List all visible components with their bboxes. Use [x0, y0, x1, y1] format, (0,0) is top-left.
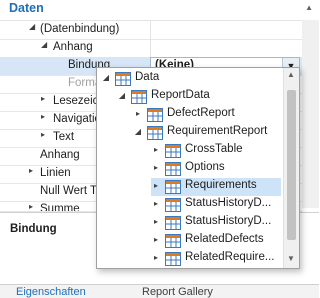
table-icon — [147, 126, 163, 140]
tree-node-label: Data — [135, 71, 160, 83]
scroll-down-icon[interactable]: ▼ — [287, 254, 295, 263]
tree-node[interactable]: ▸ RelatedDefects — [151, 232, 281, 250]
collapsed-icon[interactable]: ▸ — [151, 217, 161, 226]
scrollbar-thumb[interactable] — [287, 90, 296, 240]
collapsed-icon[interactable]: ▸ — [151, 181, 161, 190]
row-label: Anhang — [53, 41, 93, 53]
tree-node-label: ReportData — [151, 89, 210, 101]
row-label: (Datenbindung) — [40, 23, 120, 35]
tree-node[interactable]: ▸ StatusHistoryD... — [151, 214, 281, 232]
tree-node[interactable]: ◢ RequirementReport — [133, 124, 281, 142]
tree-node-label: DefectReport — [167, 107, 235, 119]
tree-node-label: CrossTable — [185, 143, 243, 155]
grid-row[interactable]: ◢ (Datenbindung) — [0, 21, 302, 40]
binding-dropdown-popup: ◢ Data ◢ ReportData ▸ DefectReport ◢ Req… — [96, 67, 300, 269]
table-icon — [165, 144, 181, 158]
tree-node-label: StatusHistoryD... — [185, 197, 272, 209]
column-separator — [150, 39, 151, 57]
tree-node-selected[interactable]: ▸ Requirements — [151, 178, 281, 196]
table-icon — [115, 72, 131, 86]
table-icon — [131, 90, 147, 104]
tree-node-label: Options — [185, 161, 225, 173]
collapsed-icon[interactable]: ▸ — [151, 235, 161, 244]
tree-node[interactable]: ▸ RelatedRequire... — [151, 250, 281, 268]
description-title: Bindung — [10, 223, 57, 235]
tree-node-label: Requirements — [185, 179, 257, 191]
expanded-icon[interactable]: ◢ — [117, 91, 127, 100]
collapsed-icon[interactable]: ▸ — [41, 130, 45, 139]
collapsed-icon[interactable]: ▸ — [29, 202, 33, 211]
tree-node[interactable]: ▸ Options — [151, 160, 281, 178]
table-icon — [165, 252, 181, 266]
grid-scrollbar[interactable] — [302, 20, 319, 208]
bottom-tab-bar: Eigenschaften Report Gallery — [0, 284, 319, 298]
column-separator — [150, 21, 151, 39]
tree-node[interactable]: ◢ Data — [101, 70, 281, 88]
expanded-icon[interactable]: ◢ — [41, 40, 47, 49]
collapsed-icon[interactable]: ▸ — [151, 253, 161, 262]
expanded-icon[interactable]: ◢ — [133, 127, 143, 136]
tree-node[interactable]: ▸ CrossTable — [151, 142, 281, 160]
table-icon — [147, 108, 163, 122]
collapsed-icon[interactable]: ▸ — [151, 163, 161, 172]
category-header[interactable]: Daten ▲ — [0, 0, 319, 21]
tree-node[interactable]: ◢ ReportData — [117, 88, 281, 106]
tab-properties[interactable]: Eigenschaften — [16, 286, 86, 298]
tree-node[interactable]: ▸ DefectReport — [133, 106, 281, 124]
tree-node-label: StatusHistoryD... — [185, 215, 272, 227]
collapsed-icon[interactable]: ▸ — [29, 166, 33, 175]
tree-node-label: RequirementReport — [167, 125, 268, 137]
category-title: Daten — [9, 1, 44, 15]
collapsed-icon[interactable]: ▸ — [41, 112, 45, 121]
collapsed-icon[interactable]: ▸ — [133, 109, 143, 118]
scroll-up-icon[interactable]: ▲ — [287, 70, 295, 79]
table-icon — [165, 198, 181, 212]
tab-report-gallery[interactable]: Report Gallery — [142, 286, 213, 298]
collapsed-icon[interactable]: ▸ — [151, 145, 161, 154]
scroll-up-icon[interactable]: ▲ — [305, 3, 313, 12]
collapsed-icon[interactable]: ▸ — [151, 199, 161, 208]
table-icon — [165, 216, 181, 230]
grid-row[interactable]: ◢ Anhang — [0, 39, 302, 58]
tree-node-label: RelatedRequire... — [185, 251, 275, 263]
expanded-icon[interactable]: ◢ — [101, 73, 111, 82]
table-icon — [165, 180, 181, 194]
table-icon — [165, 162, 181, 176]
popup-scrollbar[interactable]: ▲ ▼ — [283, 68, 299, 268]
tree-node[interactable]: ▸ StatusHistoryD... — [151, 196, 281, 214]
tree-node-label: RelatedDefects — [185, 233, 264, 245]
expanded-icon[interactable]: ◢ — [29, 22, 35, 31]
collapsed-icon[interactable]: ▸ — [41, 94, 45, 103]
table-icon — [165, 234, 181, 248]
